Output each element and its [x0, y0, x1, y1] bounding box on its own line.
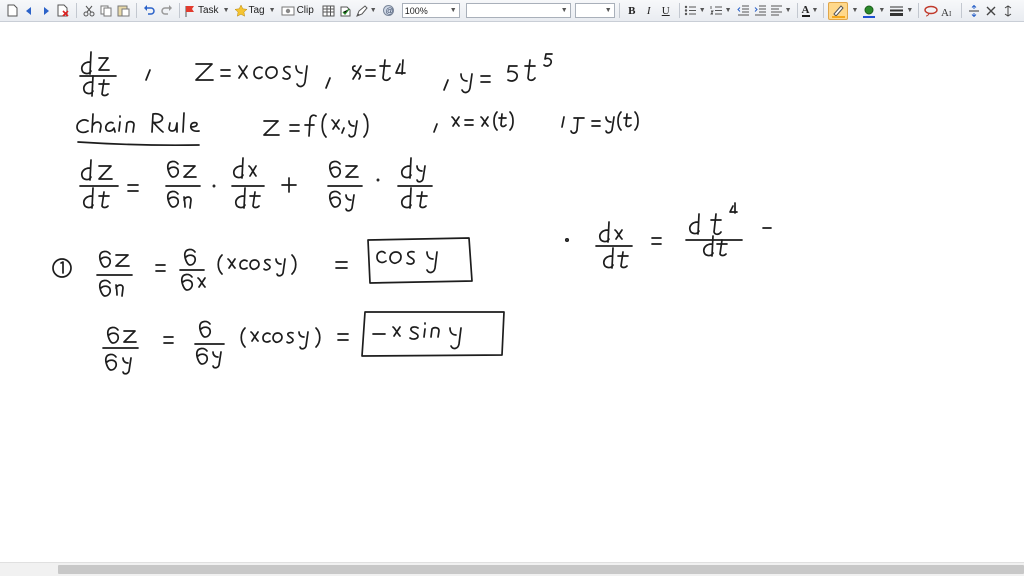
forward-arrow-icon[interactable] [38, 2, 54, 20]
link-icon[interactable]: @ [381, 2, 397, 20]
tag-label: Tag [248, 5, 265, 16]
indent-icon[interactable] [753, 2, 769, 20]
insert-space-icon[interactable] [966, 2, 982, 20]
task-flag-icon [185, 5, 194, 17]
clip-button[interactable]: Clip [281, 2, 316, 20]
chevron-down-icon[interactable]: ▼ [851, 7, 858, 14]
ink-line-chain-rule [76, 111, 639, 147]
lasso-icon[interactable] [923, 2, 939, 20]
toolbar-separator [179, 3, 180, 18]
pen-tool-icon[interactable]: ▼ [355, 2, 377, 20]
zoom-select[interactable]: 100% ▼ [401, 3, 460, 18]
chevron-down-icon: ▼ [784, 7, 792, 14]
outdent-icon[interactable] [736, 2, 752, 20]
task-button[interactable]: Task ▼ [184, 2, 230, 20]
line-width-icon[interactable]: ▼ [889, 2, 913, 20]
font-color-label: A [801, 3, 810, 17]
chevron-down-icon: ▼ [878, 7, 886, 14]
bold-button[interactable]: B [624, 2, 640, 20]
horizontal-scrollbar[interactable] [0, 562, 1024, 576]
task-label: Task [198, 5, 219, 16]
chevron-down-icon: ▼ [449, 7, 457, 14]
clip-label: Clip [296, 5, 314, 16]
toolbar-separator [618, 3, 620, 18]
undo-icon[interactable] [141, 2, 157, 20]
svg-text:I: I [949, 10, 952, 17]
chevron-down-icon: ▼ [369, 7, 377, 14]
vertical-split-icon[interactable] [1000, 2, 1016, 20]
chevron-down-icon: ▼ [724, 7, 732, 14]
align-icon[interactable]: ▼ [770, 2, 792, 20]
back-arrow-icon[interactable] [21, 2, 37, 20]
numbered-list-icon[interactable]: ▼ [709, 2, 732, 20]
redo-icon[interactable] [158, 2, 174, 20]
copy-icon[interactable] [98, 2, 114, 20]
chevron-down-icon: ▼ [268, 7, 276, 14]
chevron-down-icon: ▼ [604, 7, 612, 14]
bullet-list-icon[interactable]: ▼ [684, 2, 706, 20]
font-size-select[interactable]: ▼ [574, 3, 615, 18]
cut-icon[interactable] [81, 2, 97, 20]
chevron-down-icon: ▼ [560, 7, 568, 14]
pen-color-button[interactable]: ▼ [862, 2, 885, 20]
toolbar-separator [961, 3, 963, 18]
tag-star-icon [234, 4, 247, 17]
new-page-icon[interactable] [4, 2, 20, 20]
ink-line-chain-formula [79, 157, 433, 212]
delete-page-icon[interactable] [55, 2, 71, 20]
toolbar-separator [918, 3, 920, 18]
ink-line-dx-dt [564, 202, 772, 269]
underline-button[interactable]: U [658, 2, 674, 20]
pen-color-icon [863, 5, 876, 18]
highlighter-icon [831, 4, 845, 18]
chevron-down-icon: ▼ [698, 7, 706, 14]
table-icon[interactable] [321, 2, 337, 20]
handwritten-math-ink [52, 51, 772, 375]
toolbar-separator [136, 3, 137, 18]
ink-canvas[interactable] [0, 22, 1024, 562]
attach-file-icon[interactable] [338, 2, 354, 20]
svg-text:A: A [941, 7, 949, 17]
ink-line-partial-x [52, 237, 473, 297]
toolbar-separator [823, 3, 825, 18]
paste-icon[interactable] [115, 2, 131, 20]
text-size-icon[interactable]: AI [940, 2, 956, 20]
toolbar-separator [678, 3, 680, 18]
clip-icon [281, 6, 295, 15]
zoom-value: 100% [404, 5, 428, 16]
chevron-down-icon: ▼ [222, 7, 230, 14]
font-color-button[interactable]: A ▼ [801, 2, 819, 20]
font-name-select[interactable]: ▼ [465, 3, 571, 18]
close-icon[interactable] [983, 2, 999, 20]
chevron-down-icon: ▼ [811, 7, 819, 14]
tag-button[interactable]: Tag ▼ [234, 2, 276, 20]
toolbar-separator [76, 3, 77, 18]
italic-button[interactable]: I [641, 2, 657, 20]
chevron-down-icon: ▼ [906, 7, 914, 14]
ink-line-partial-y [102, 311, 505, 375]
ink-line-given [79, 51, 553, 97]
toolbar-separator [796, 3, 798, 18]
svg-text:@: @ [386, 7, 394, 16]
toolbar: Task ▼ Tag ▼ Clip ▼ @ 100% ▼ ▼ ▼ B I U ▼ [0, 0, 1024, 22]
scrollbar-thumb[interactable] [58, 565, 1024, 574]
highlighter-button[interactable] [828, 1, 849, 20]
